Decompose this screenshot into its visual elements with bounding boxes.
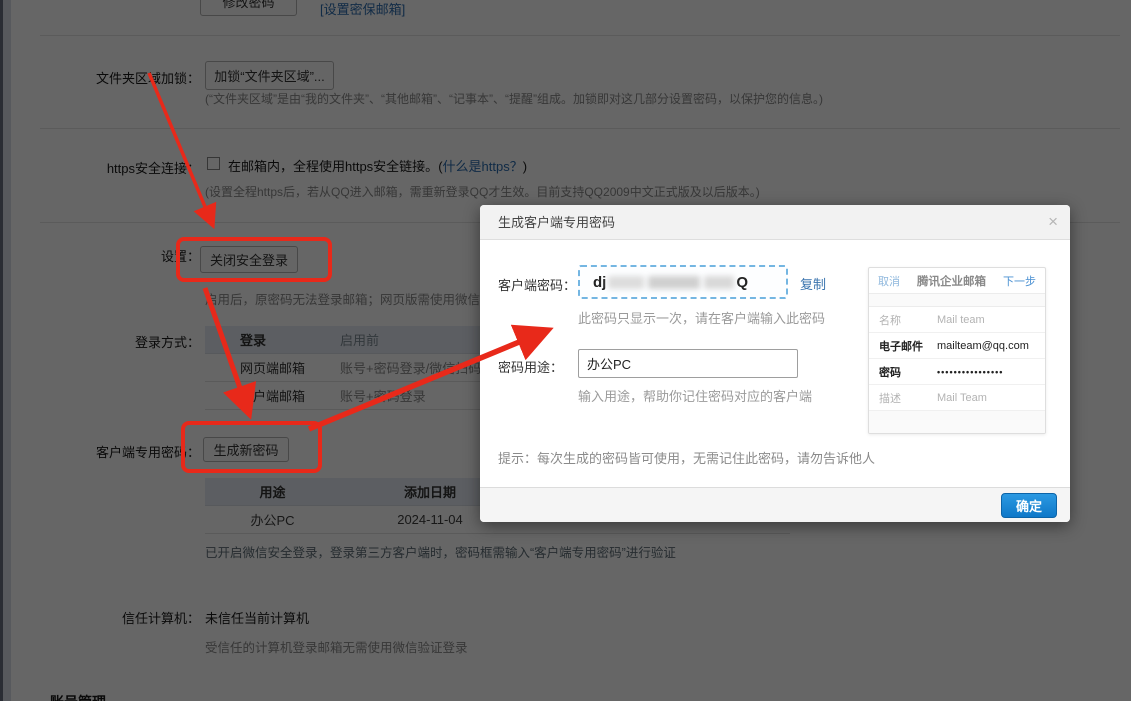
- purpose-input[interactable]: [578, 349, 798, 378]
- preview-next-label: 下一步: [1003, 275, 1036, 288]
- password-suffix: Q: [736, 273, 749, 291]
- preview-password-dots: ••••••••••••••••: [937, 366, 1004, 377]
- preview-title: 腾讯企业邮箱: [917, 275, 986, 288]
- purpose-field-label: 密码用途：: [498, 360, 564, 375]
- mail-client-preview: 取消 腾讯企业邮箱 下一步 名称 Mail team 电子邮件 mailteam…: [868, 267, 1046, 434]
- preview-field-label: 描述: [879, 392, 901, 405]
- preview-row-description: 描述 Mail Team: [869, 385, 1045, 411]
- client-password-field-label: 客户端密码：: [498, 278, 577, 293]
- copy-password-link[interactable]: 复制: [800, 274, 826, 293]
- preview-field-value: Mail Team: [937, 391, 987, 404]
- generate-client-password-dialog: 生成客户端专用密码 × 客户端密码： dj Q 复制 此密码只显示一次，请在客户…: [480, 205, 1070, 522]
- password-prefix: dj: [593, 273, 607, 291]
- close-icon[interactable]: ×: [1048, 213, 1058, 231]
- password-redaction-blur: [648, 275, 701, 289]
- dialog-title: 生成客户端专用密码: [498, 215, 616, 230]
- preview-row-password: 密码 ••••••••••••••••: [869, 359, 1045, 385]
- preview-field-label: 电子邮件: [879, 340, 923, 353]
- password-redaction-blur: [704, 275, 735, 289]
- preview-navbar: 取消 腾讯企业邮箱 下一步: [869, 268, 1045, 294]
- preview-row-name: 名称 Mail team: [869, 307, 1045, 333]
- preview-field-label: 密码: [879, 366, 901, 379]
- password-redaction-blur: [608, 275, 645, 289]
- preview-cancel-label: 取消: [878, 275, 900, 288]
- purpose-hint: 输入用途，帮助你记住密码对应的客户端: [578, 389, 813, 404]
- preview-field-value: Mail team: [937, 313, 985, 326]
- dialog-header: 生成客户端专用密码 ×: [480, 205, 1070, 240]
- preview-field-value: mailteam@qq.com: [937, 339, 1029, 352]
- dialog-footer: 确定: [480, 487, 1070, 522]
- preview-row-email: 电子邮件 mailteam@qq.com: [869, 333, 1045, 359]
- generated-password-box[interactable]: dj Q: [578, 265, 788, 299]
- screen: 修改密码 [设置密保邮箱] 文件夹区域加锁： 加锁“文件夹区域”... (“文件…: [0, 0, 1131, 701]
- preview-bottom-area: [869, 411, 1045, 433]
- password-once-hint: 此密码只显示一次，请在客户端输入此密码: [578, 311, 826, 326]
- preview-spacer: [869, 294, 1045, 307]
- confirm-button[interactable]: 确定: [1001, 493, 1057, 518]
- dialog-tip-text: 提示：每次生成的密码皆可使用，无需记住此密码，请勿告诉他人: [498, 451, 876, 466]
- preview-field-label: 名称: [879, 314, 901, 327]
